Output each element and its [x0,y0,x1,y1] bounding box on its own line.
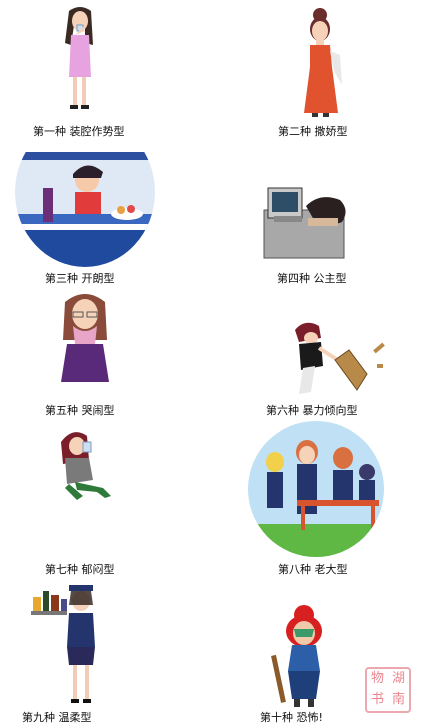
stamp-char: 湖 [391,671,405,686]
scary-woman-with-club-icon [271,605,322,707]
woman-smashing-chair-icon [295,322,385,394]
seal-stamp-icon: 物 湖 书 南 [365,667,411,713]
caption-6: 第六种 暴力倾向型 [266,404,358,417]
office-meeting-scene-icon [248,421,384,557]
bar-scene-icon [15,152,155,267]
crying-woman-icon [61,294,109,382]
slumped-woman-drinking-icon [61,432,111,500]
caption-7: 第七种 郁闷型 [45,563,115,576]
waitress-with-tray-icon [31,585,95,703]
caption-5: 第五种 哭闹型 [45,404,115,417]
caption-3: 第三种 开朗型 [45,272,115,285]
caption-8: 第八种 老大型 [278,563,348,576]
caption-2: 第二种 撒娇型 [278,125,348,138]
caption-4: 第四种 公主型 [277,272,347,285]
woman-drinking-icon [65,7,93,109]
stamp-char: 物 [370,671,384,686]
stamp-char: 南 [391,692,405,707]
caption-1: 第一种 装腔作势型 [33,125,125,138]
woman-asleep-at-computer-icon [263,187,346,259]
stamp-char: 书 [370,692,384,707]
woman-red-dress-icon [304,8,342,117]
caption-10: 第十种 恐怖! [260,711,323,724]
caption-9: 第九种 温柔型 [22,711,92,724]
